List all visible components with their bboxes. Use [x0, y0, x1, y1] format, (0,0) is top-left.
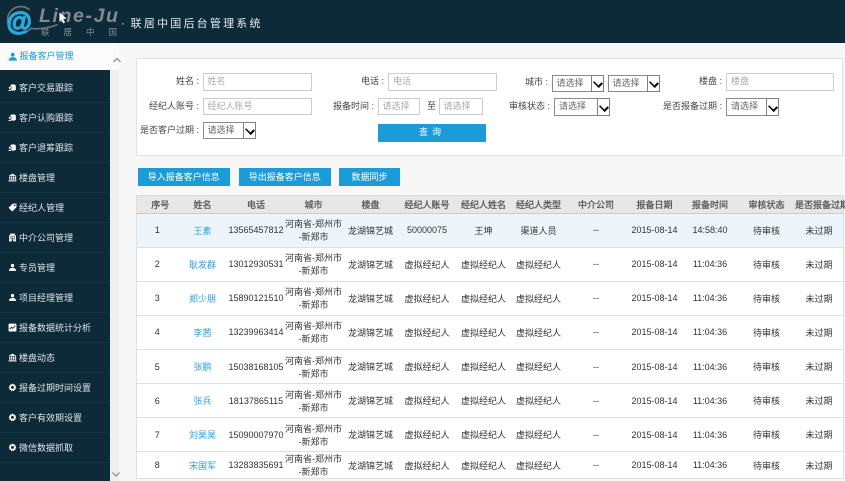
svg-text:@: @	[7, 6, 32, 36]
